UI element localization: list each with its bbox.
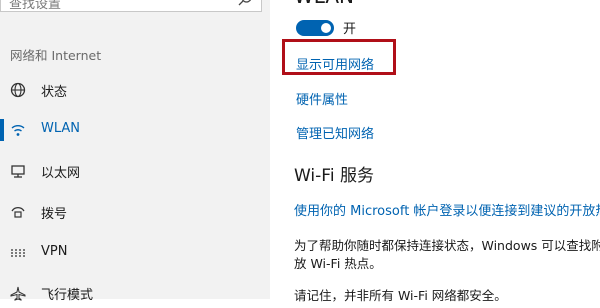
sidebar-item-ethernet[interactable]: 以太网 — [0, 156, 270, 186]
sidebar-item-status[interactable]: 状态 — [0, 75, 270, 105]
toggle-knob — [321, 23, 331, 33]
sidebar-item-label: WLAN — [41, 121, 81, 136]
active-indicator — [0, 119, 4, 141]
page-title: WLAN — [294, 0, 354, 8]
main-panel: WLAN 开 显示可用网络 硬件属性 管理已知网络 Wi-Fi 服务 使用你的 … — [270, 0, 600, 303]
manage-known-networks-link[interactable]: 管理已知网络 — [296, 123, 374, 142]
hardware-properties-link[interactable]: 硬件属性 — [296, 89, 348, 108]
wifi-icon — [11, 125, 25, 136]
wlan-toggle[interactable] — [296, 20, 334, 36]
sidebar-item-label: 状态 — [41, 85, 68, 100]
wifi-services-heading: Wi-Fi 服务 — [294, 166, 374, 186]
globe-icon — [10, 82, 26, 98]
show-available-networks-link[interactable]: 显示可用网络 — [296, 54, 374, 73]
sidebar-item-vpn[interactable]: VPN — [0, 238, 270, 268]
sidebar-item-wlan[interactable]: WLAN — [0, 115, 270, 145]
sidebar-section-title: 网络和 Internet — [10, 48, 102, 63]
sidebar: 查找设置 网络和 Internet 状态 WLAN 以太网 拨号 VPN 飞行模… — [0, 0, 270, 303]
search-icon[interactable] — [237, 0, 253, 7]
toggle-state-label: 开 — [343, 22, 357, 37]
wifi-security-note: 请记住，并非所有 Wi-Fi 网络都安全。 — [294, 288, 507, 303]
wifi-services-description-line1: 为了帮助你随时都保持连接状态，Windows 可以查找附 — [294, 238, 600, 253]
search-input[interactable]: 查找设置 — [0, 0, 262, 12]
sidebar-item-dialup[interactable]: 拨号 — [0, 197, 270, 227]
sidebar-item-label: 飞行模式 — [41, 288, 94, 303]
dialup-icon — [11, 207, 25, 218]
sidebar-item-label: 拨号 — [41, 207, 68, 222]
sidebar-item-airplane[interactable]: 飞行模式 — [0, 278, 270, 308]
microsoft-account-link[interactable]: 使用你的 Microsoft 帐户登录以便连接到建议的开放热 — [294, 200, 600, 219]
sidebar-item-label: VPN — [41, 244, 68, 259]
search-placeholder: 查找设置 — [9, 0, 62, 12]
wifi-services-description-line2: 放 Wi-Fi 热点。 — [294, 256, 382, 271]
ethernet-icon — [11, 165, 25, 178]
sidebar-item-label: 以太网 — [41, 166, 81, 181]
vpn-icon — [11, 249, 25, 257]
